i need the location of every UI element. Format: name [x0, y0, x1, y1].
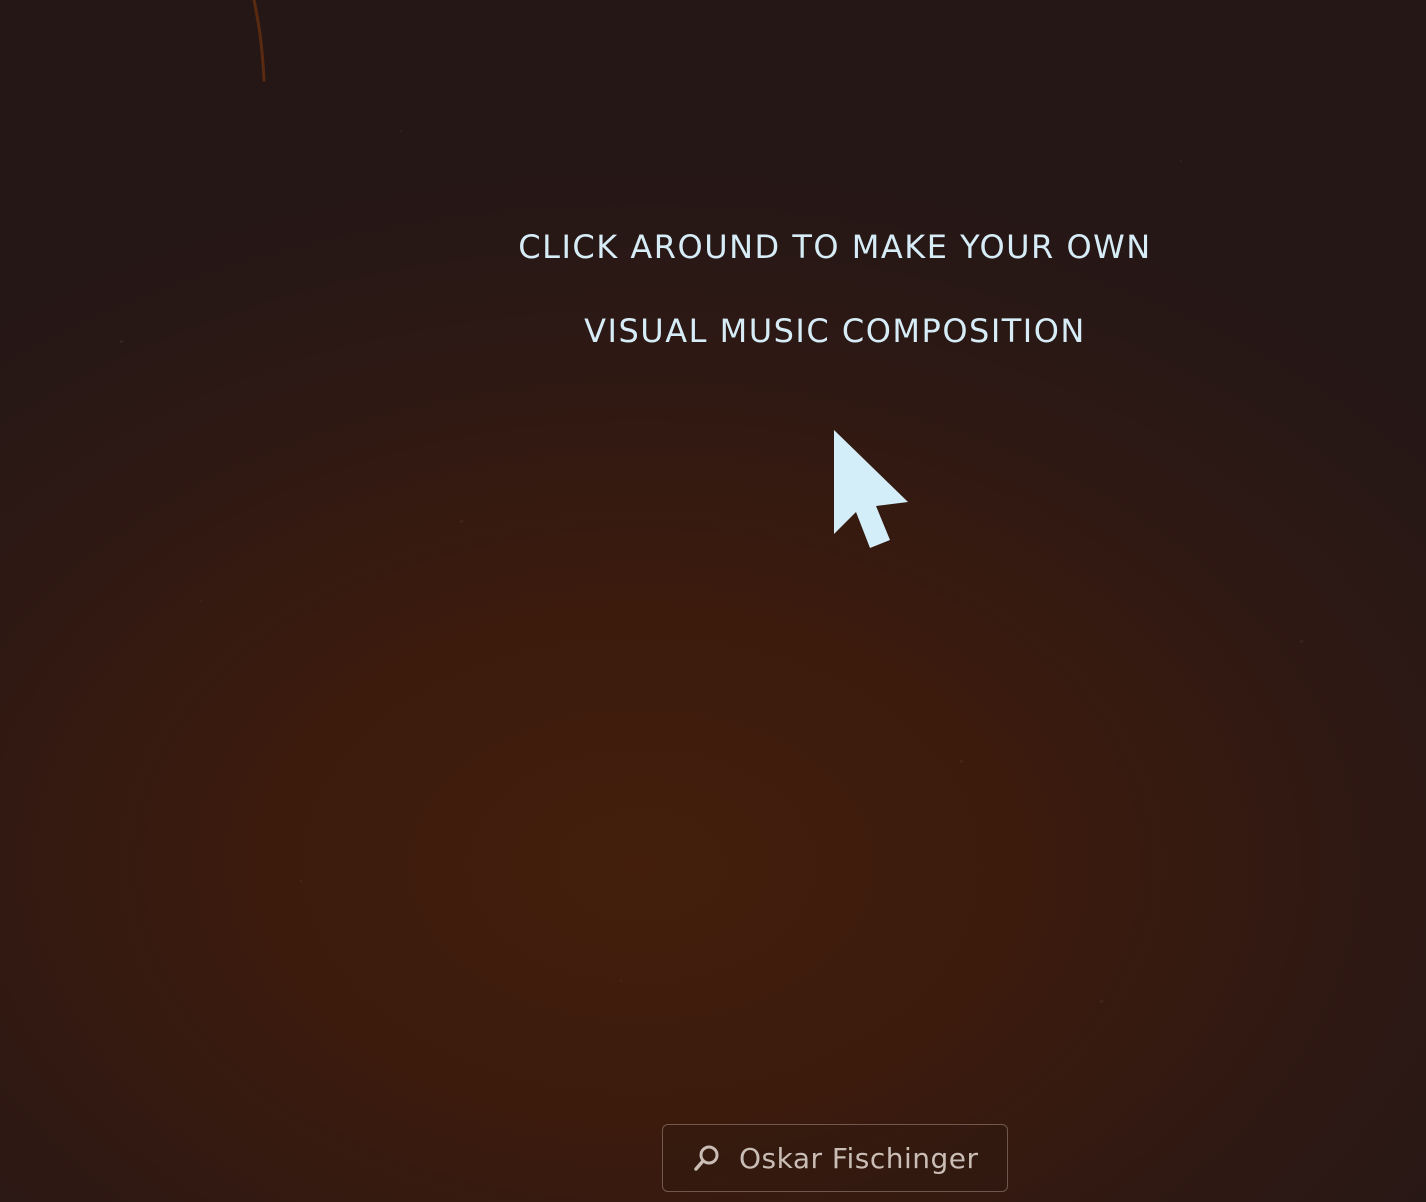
pointer-cursor-icon — [834, 430, 908, 548]
search-button[interactable]: Oskar Fischinger — [662, 1124, 1008, 1192]
search-icon — [693, 1144, 721, 1172]
instruction-line-1: CLICK AROUND TO MAKE YOUR OWN — [518, 228, 1152, 266]
search-label: Oskar Fischinger — [739, 1141, 979, 1175]
paint-stroke-mark — [252, 0, 266, 82]
composition-canvas[interactable]: CLICK AROUND TO MAKE YOUR OWN VISUAL MUS… — [0, 0, 1426, 1202]
instruction-line-2: VISUAL MUSIC COMPOSITION — [584, 312, 1086, 350]
